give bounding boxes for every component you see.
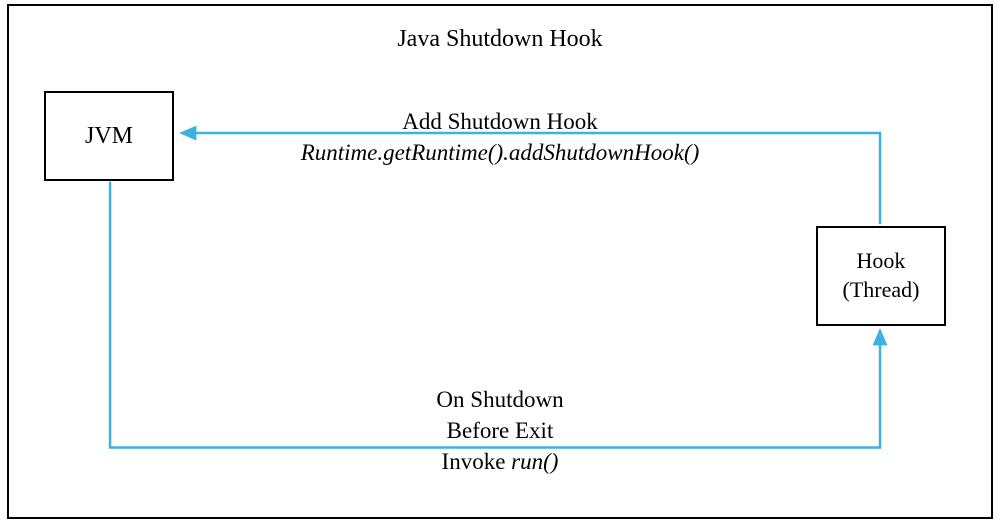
hook-label-line2: (Thread): [843, 276, 920, 305]
top-label-line2: Runtime.getRuntime().addShutdownHook(): [301, 137, 700, 168]
bottom-label-line2: Before Exit: [436, 415, 563, 446]
hook-thread-box: Hook (Thread): [816, 226, 946, 326]
bottom-label-line3-italic: run(): [511, 449, 558, 474]
diagram-title: Java Shutdown Hook: [397, 26, 602, 53]
jvm-label: JVM: [85, 123, 133, 150]
on-shutdown-label: On Shutdown Before Exit Invoke run(): [436, 384, 563, 477]
bottom-label-line3: Invoke run(): [436, 446, 563, 477]
add-shutdown-hook-label: Add Shutdown Hook Runtime.getRuntime().a…: [301, 106, 700, 168]
bottom-label-line3-prefix: Invoke: [442, 449, 512, 474]
diagram-frame: Java Shutdown Hook JVM Hook (Thread) Add…: [7, 4, 993, 519]
top-label-line1: Add Shutdown Hook: [301, 106, 700, 137]
hook-label-line1: Hook: [857, 247, 906, 276]
bottom-label-line1: On Shutdown: [436, 384, 563, 415]
jvm-box: JVM: [44, 91, 174, 181]
